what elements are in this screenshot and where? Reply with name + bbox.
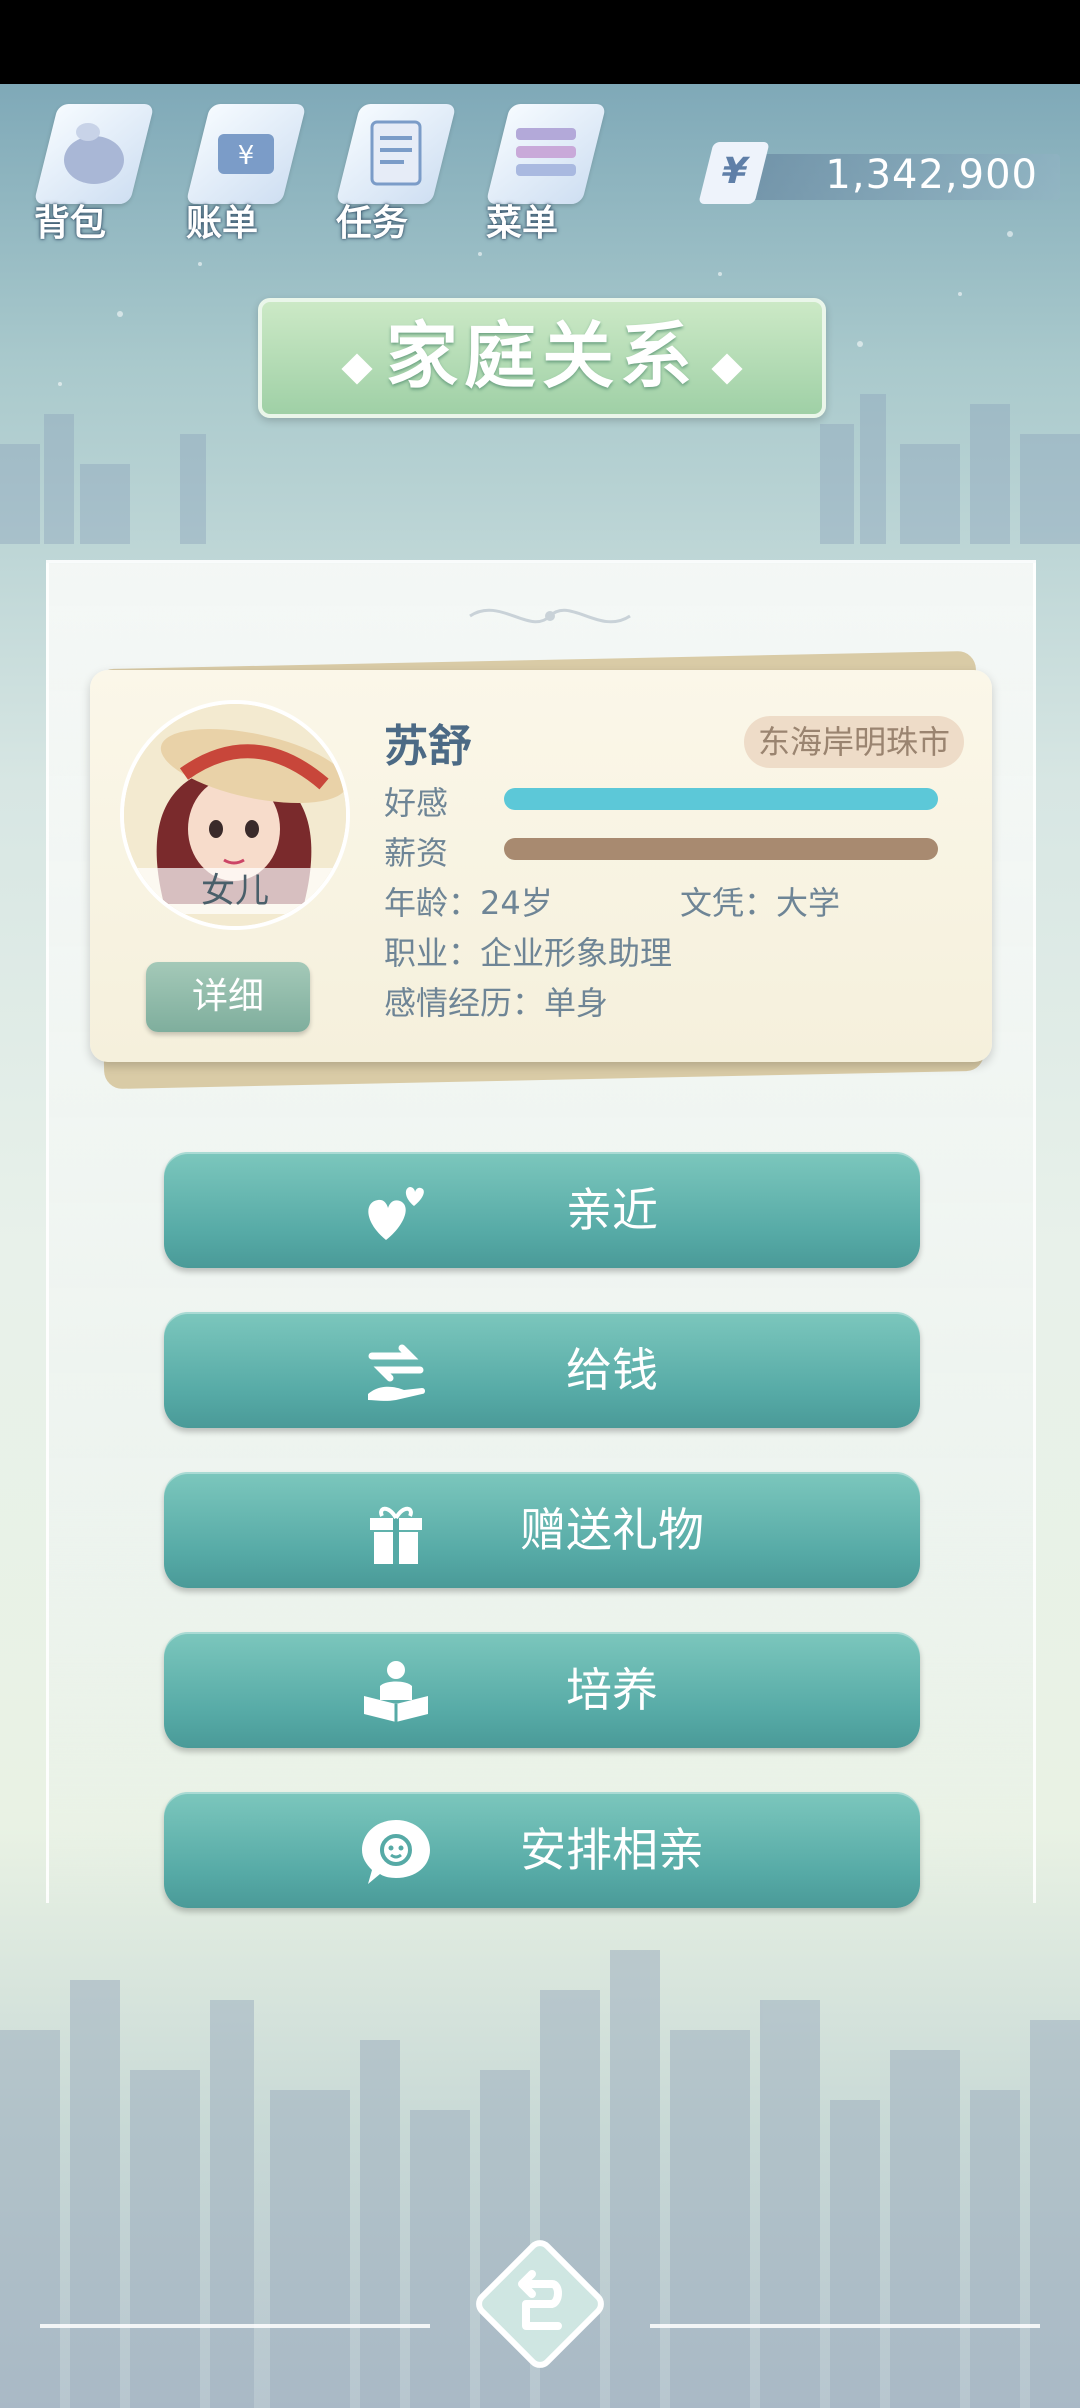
bill-label: 账单 bbox=[186, 203, 259, 244]
back-button[interactable] bbox=[470, 2234, 610, 2374]
favor-label: 好感 bbox=[384, 784, 449, 822]
character-name: 苏舒 bbox=[384, 721, 472, 772]
salary-label: 薪资 bbox=[384, 834, 449, 872]
salary-bar bbox=[504, 838, 938, 860]
bag-icon bbox=[64, 123, 124, 184]
money-value: 1,342,900 bbox=[825, 152, 1038, 198]
action-button-nurture[interactable]: 培养 bbox=[164, 1632, 920, 1748]
favor-bar bbox=[504, 788, 938, 810]
bill-icon: ¥ bbox=[218, 134, 274, 174]
relationship-info: 感情经历：单身 bbox=[384, 984, 609, 1022]
city-badge: 东海岸明珠市 bbox=[744, 716, 965, 768]
svg-text:¥: ¥ bbox=[238, 141, 255, 171]
role-badge: 女儿 bbox=[124, 868, 346, 914]
diamond-icon bbox=[341, 352, 373, 385]
task-label: 任务 bbox=[336, 203, 409, 244]
money-display: ¥ 1,342,900 bbox=[690, 142, 1060, 204]
action-button-gift[interactable]: 赠送礼物 bbox=[164, 1472, 920, 1588]
action-button-give-money[interactable]: 给钱 bbox=[164, 1312, 920, 1428]
age-info: 年龄：24岁 bbox=[384, 884, 553, 922]
action-label: 给钱 bbox=[566, 1343, 658, 1397]
action-button-approach[interactable]: 亲近 bbox=[164, 1152, 920, 1268]
bag-button[interactable]: 背包 bbox=[24, 94, 164, 244]
flourish-ornament bbox=[469, 608, 631, 624]
status-bar bbox=[0, 0, 1080, 84]
action-button-matchmaking[interactable]: 安排相亲 bbox=[164, 1792, 920, 1908]
action-label: 培养 bbox=[566, 1663, 658, 1717]
task-button[interactable]: 任务 bbox=[326, 94, 466, 244]
detail-button[interactable]: 详细 bbox=[146, 962, 310, 1032]
diamond-icon bbox=[711, 352, 743, 385]
job-info: 职业：企业形象助理 bbox=[384, 934, 673, 972]
menu-label: 菜单 bbox=[486, 203, 559, 244]
avatar[interactable]: 女儿 bbox=[120, 700, 350, 930]
page-title-text: 家庭关系 bbox=[385, 314, 698, 398]
action-label: 赠送礼物 bbox=[520, 1503, 704, 1557]
bill-button[interactable]: ¥ 账单 bbox=[176, 94, 316, 244]
task-icon bbox=[370, 120, 422, 186]
action-label: 亲近 bbox=[566, 1183, 658, 1237]
menu-button[interactable]: 菜单 bbox=[476, 94, 616, 244]
bag-label: 背包 bbox=[34, 203, 107, 244]
action-label: 安排相亲 bbox=[520, 1823, 704, 1877]
menu-icon bbox=[516, 128, 576, 176]
education-info: 文凭：大学 bbox=[680, 884, 841, 922]
page-title: 家庭关系 bbox=[258, 298, 826, 418]
